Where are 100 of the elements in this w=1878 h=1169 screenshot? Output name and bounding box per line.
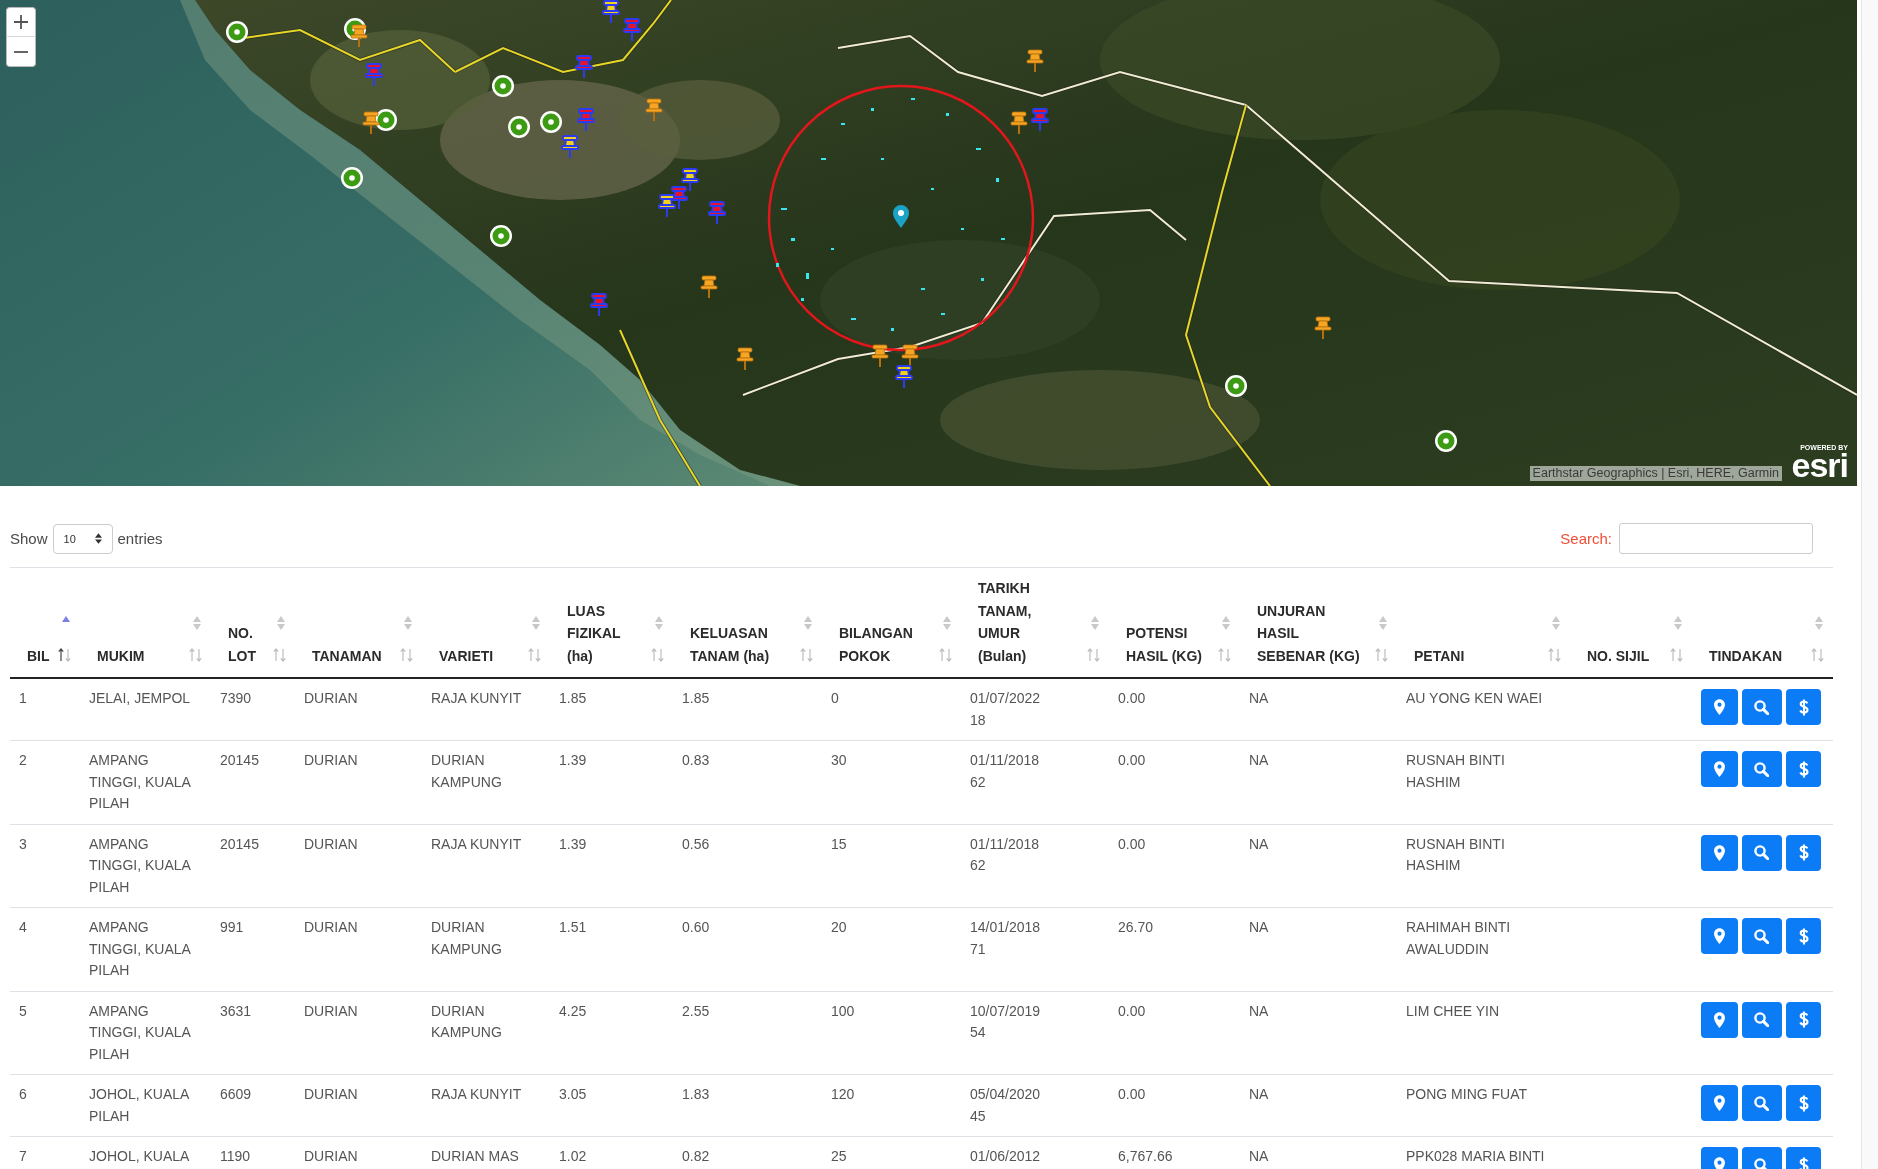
- ring-marker-icon: [341, 167, 363, 189]
- search-button[interactable]: [1741, 689, 1783, 725]
- sort-arrows-icon: [1087, 648, 1100, 662]
- locate-button[interactable]: [1701, 751, 1738, 787]
- pushpin-icon: [623, 18, 641, 42]
- column-header[interactable]: TARIKH TANAM, UMUR (Bulan): [961, 567, 1109, 678]
- table-cell: JOHOL, KUALA PILAH: [80, 1074, 211, 1137]
- age-months: 71: [970, 939, 987, 959]
- payment-button[interactable]: [1786, 1001, 1821, 1038]
- satellite-map-drawing[interactable]: [0, 0, 1857, 486]
- page-size-select[interactable]: 10: [52, 523, 113, 554]
- map-pin-icon: [1713, 1157, 1725, 1169]
- locate-button[interactable]: [1701, 918, 1738, 954]
- table-cell: 991: [211, 907, 295, 991]
- column-header[interactable]: MUKIM: [80, 567, 211, 678]
- table-cell: 3: [10, 824, 80, 908]
- scrollbar[interactable]: [1861, 0, 1878, 1169]
- locate-button[interactable]: [1701, 1085, 1738, 1121]
- pushpin-icon: [1314, 316, 1332, 340]
- dollar-icon: [1798, 1094, 1809, 1112]
- sort-arrows-icon: [651, 648, 664, 662]
- planting-date: 01/07/2022: [970, 689, 1042, 708]
- payment-button[interactable]: [1786, 1085, 1821, 1121]
- field-plot: [806, 273, 809, 279]
- table-cell: LIM CHEE YIN: [1397, 991, 1570, 1075]
- column-header[interactable]: VARIETI: [422, 567, 550, 678]
- table-cell: AU YONG KEN WAEI: [1397, 678, 1570, 741]
- field-plot: [871, 108, 874, 111]
- table-cell: 4: [10, 907, 80, 991]
- pushpin-icon: [577, 108, 595, 132]
- pushpin-icon: [602, 0, 620, 24]
- search-button[interactable]: [1741, 1085, 1783, 1121]
- search-label: Search:: [1560, 530, 1612, 547]
- ring-marker-icon: [508, 116, 530, 138]
- table-cell: 25: [822, 1136, 961, 1169]
- table-cell: 6609: [211, 1074, 295, 1137]
- zoom-out-button[interactable]: [6, 37, 36, 67]
- table-cell: 1.85: [673, 678, 822, 741]
- locate-button[interactable]: [1701, 689, 1738, 725]
- map-pin-icon: [1713, 761, 1725, 777]
- search-button[interactable]: [1741, 834, 1783, 871]
- table-cell: 6: [10, 1074, 80, 1137]
- search-icon: [1754, 845, 1770, 860]
- payment-button[interactable]: [1786, 834, 1821, 871]
- search-field[interactable]: [1619, 523, 1813, 554]
- search-button[interactable]: [1741, 918, 1783, 954]
- logo-wordmark[interactable]: esri: [1791, 452, 1848, 479]
- column-header[interactable]: NO. SIJIL: [1570, 567, 1692, 678]
- pushpin-icon: [901, 344, 919, 368]
- planting-date: 10/07/2019: [970, 1001, 1042, 1021]
- table-cell: RAJA KUNYIT: [422, 678, 550, 741]
- table-cell: DURIAN KAMPUNG: [422, 991, 550, 1075]
- map-pin-icon: [1713, 699, 1725, 715]
- column-header[interactable]: LUAS FIZIKAL (ha): [550, 567, 673, 678]
- field-plot: [801, 298, 804, 301]
- map-pin-icon: [1713, 928, 1725, 944]
- column-header[interactable]: BILANGAN POKOK: [822, 567, 961, 678]
- payment-button[interactable]: [1786, 918, 1821, 954]
- table-cell: NA: [1240, 991, 1397, 1075]
- column-header[interactable]: POTENSI HASIL (KG): [1109, 567, 1240, 678]
- payment-button[interactable]: [1786, 689, 1821, 725]
- sort-arrows-icon: [58, 648, 71, 662]
- table-cell: 1.39: [550, 824, 673, 908]
- map-pin-icon: [1713, 1011, 1725, 1028]
- table-cell: 20145: [211, 824, 295, 908]
- table-cell: 0.00: [1109, 991, 1240, 1075]
- table-cell: 6,767.66: [1109, 1136, 1240, 1169]
- table-cell: NA: [1240, 678, 1397, 741]
- dollar-icon: [1798, 1011, 1809, 1028]
- pushpin-icon: [561, 135, 579, 159]
- search-button[interactable]: [1741, 1001, 1783, 1038]
- table-cell: DURIAN: [295, 1074, 422, 1137]
- column-header[interactable]: TANAMAN: [295, 567, 422, 678]
- table-cell: 0.00: [1109, 1074, 1240, 1137]
- table-cell: RAJA KUNYIT: [422, 824, 550, 908]
- pushpin-icon: [575, 55, 593, 79]
- payment-button[interactable]: [1786, 751, 1821, 787]
- locate-button[interactable]: [1701, 834, 1738, 871]
- pushpin-icon: [590, 293, 608, 317]
- field-plot: [891, 328, 894, 331]
- pushpin-icon: [365, 63, 383, 87]
- column-header[interactable]: BIL: [10, 567, 80, 678]
- column-header[interactable]: NO. LOT: [211, 567, 295, 678]
- column-header[interactable]: KELUASAN TANAM (ha): [673, 567, 822, 678]
- table-cell: 0.00: [1109, 678, 1240, 741]
- column-header[interactable]: TINDAKAN: [1692, 567, 1833, 678]
- table-cell: DURIAN MAS: [422, 1136, 550, 1169]
- table-cell: 1.83: [673, 1074, 822, 1137]
- sort-arrows-icon: [400, 648, 413, 662]
- column-header[interactable]: PETANI: [1397, 567, 1570, 678]
- zoom-in-button[interactable]: [6, 7, 36, 37]
- search-button[interactable]: [1741, 751, 1783, 787]
- column-header[interactable]: UNJURAN HASIL SEBENAR (KG): [1240, 567, 1397, 678]
- locate-button[interactable]: [1701, 1001, 1738, 1038]
- field-plot: [996, 178, 999, 182]
- ring-marker-icon: [1435, 430, 1457, 452]
- age-months: 62: [970, 856, 987, 875]
- table-cell: 0.60: [673, 907, 822, 991]
- table-cell: 100: [822, 991, 961, 1075]
- ring-marker-icon: [540, 111, 562, 133]
